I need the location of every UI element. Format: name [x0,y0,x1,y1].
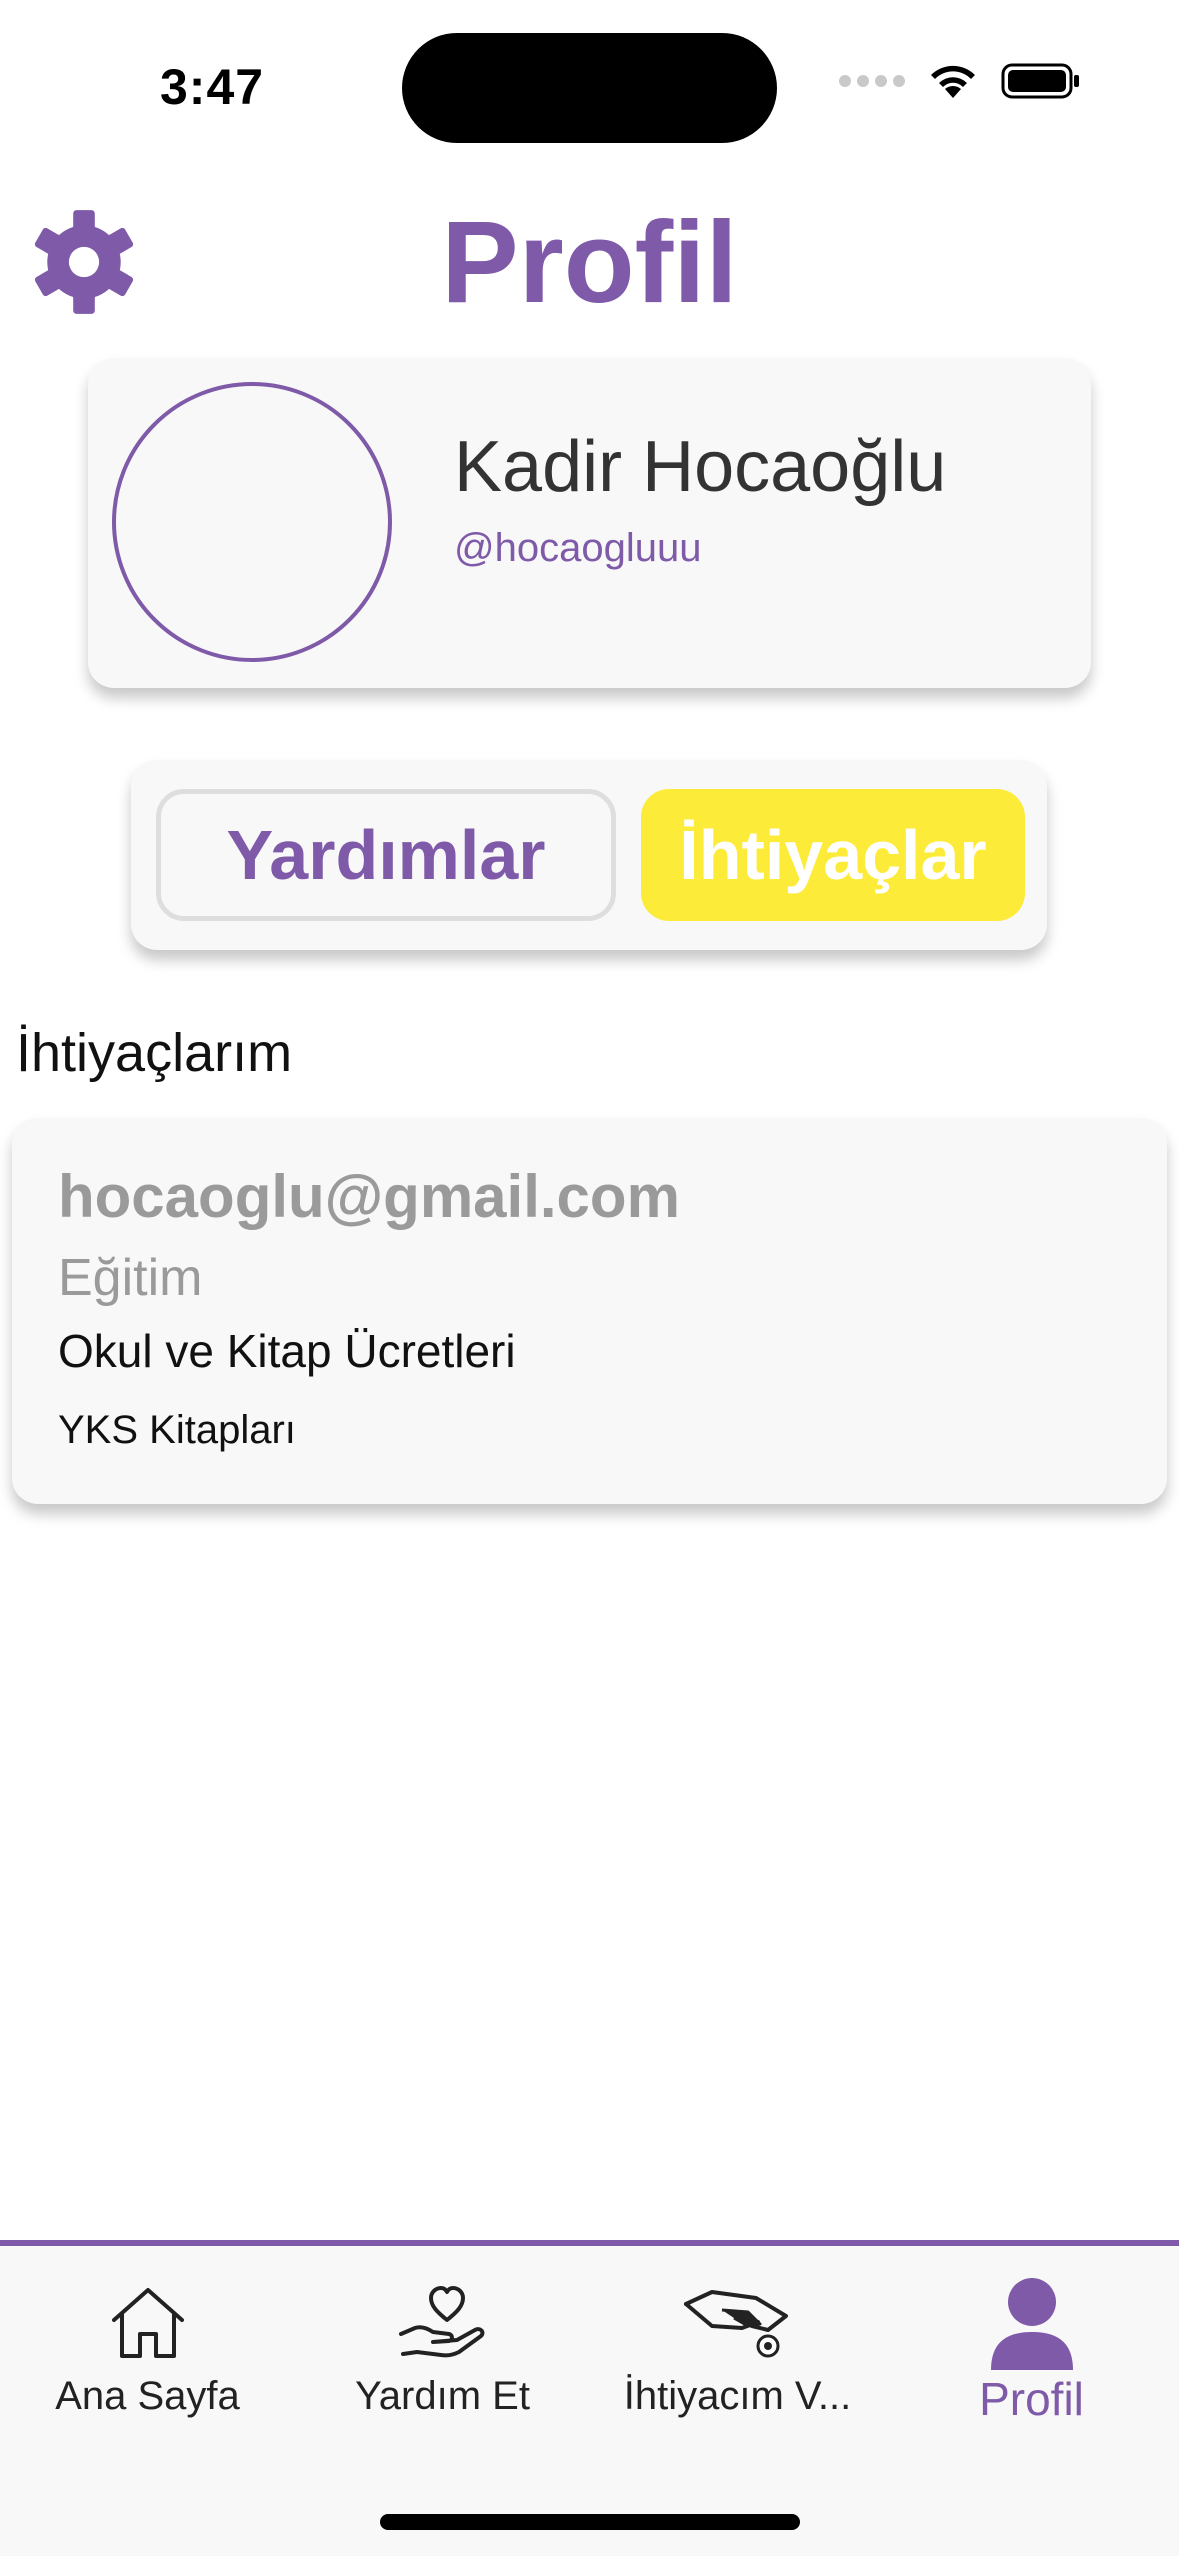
heart-hand-icon [398,2286,484,2358]
profile-card: Kadir Hocaoğlu @hocaogluuu [88,358,1091,688]
home-icon [111,2288,184,2358]
user-handle: @hocaogluuu [454,526,702,570]
tab-ihtiyaclar[interactable]: İhtiyaçlar [641,789,1025,921]
signal-icon [839,75,905,87]
section-heading: İhtiyaçlarım [16,1023,293,1083]
home-indicator [380,2514,800,2530]
tab-label: İhtiyacım V... [623,2374,852,2418]
tab-label: Yardım Et [355,2374,530,2418]
tab-yardimlar[interactable]: Yardımlar [156,789,616,921]
wifi-icon [931,65,975,98]
person-icon [990,2278,1073,2370]
user-name: Kadir Hocaoğlu [454,427,947,507]
status-time: 3:47 [160,59,265,115]
tab-label: Ana Sayfa [55,2374,240,2418]
need-card[interactable]: hocaoglu@gmail.com Eğitim Okul ve Kitap … [12,1118,1167,1504]
tab-bar: Ana Sayfa Yardım Et İhtiyacım V... Profi… [0,2240,1179,2556]
tab-ihtiyacim-var[interactable]: İhtiyacım V... [590,2246,885,2446]
need-description: YKS Kitapları [58,1408,296,1452]
tab-ana-sayfa[interactable]: Ana Sayfa [0,2246,295,2446]
need-email: hocaoglu@gmail.com [58,1163,680,1230]
status-icons [839,62,1081,100]
need-title: Okul ve Kitap Ücretleri [58,1325,516,1377]
tab-yardim-et[interactable]: Yardım Et [295,2246,590,2446]
segment-control: Yardımlar İhtiyaçlar [131,760,1047,950]
tab-label: Profil [979,2373,1084,2425]
dynamic-island [402,33,777,143]
avatar[interactable] [112,382,392,662]
tab-profil[interactable]: Profil [884,2246,1179,2446]
need-category: Eğitim [58,1249,203,1307]
hand-coin-icon [683,2290,788,2358]
battery-icon [1001,63,1079,99]
page-title: Profil [441,197,738,327]
